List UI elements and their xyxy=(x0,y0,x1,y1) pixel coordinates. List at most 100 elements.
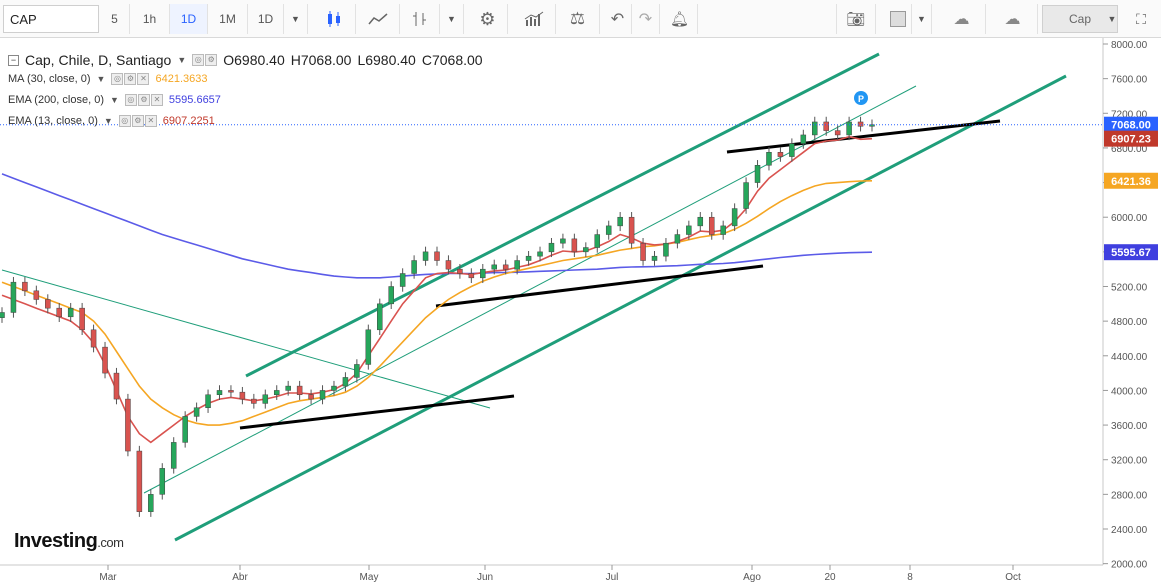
indicators-icon xyxy=(367,13,387,25)
compare-button[interactable]: ⚖ xyxy=(556,4,600,34)
interval-1d[interactable]: 1D xyxy=(170,4,208,34)
legend-high: H7068.00 xyxy=(290,52,352,68)
gear-icon[interactable]: ⚙ xyxy=(205,54,218,66)
fullscreen-button[interactable]: ⛶ xyxy=(1126,4,1156,34)
candle-body xyxy=(125,398,131,452)
interval-1h[interactable]: 1h xyxy=(130,4,170,34)
cloud-download-icon: ☁ xyxy=(953,11,970,28)
collapse-icon[interactable]: − xyxy=(8,54,19,66)
gear-icon[interactable]: ⚙ xyxy=(137,94,150,106)
ma30-controls[interactable]: ◎ ⚙ ✕ xyxy=(111,73,150,85)
candle-body xyxy=(674,234,681,244)
legend-title: Cap, Chile, D, Santiago xyxy=(25,52,172,68)
interval-1d-custom[interactable]: 1D xyxy=(248,4,284,34)
candle-body xyxy=(90,329,97,348)
legend-ema200: EMA (200, close, 0) ▼ ◎ ⚙ ✕ 5595.6657 xyxy=(8,94,221,106)
study-button[interactable] xyxy=(512,4,556,34)
price-label-text: 5595.67 xyxy=(1111,247,1151,259)
candle-body xyxy=(205,394,211,409)
interval-1m[interactable]: 1M xyxy=(208,4,248,34)
ema200-controls[interactable]: ◎ ⚙ ✕ xyxy=(124,94,163,106)
candle-body xyxy=(0,312,5,318)
undo-button[interactable]: ↶ xyxy=(604,4,632,34)
candle-body xyxy=(628,216,635,244)
candle-body xyxy=(67,307,74,318)
ema13-controls[interactable]: ◎ ⚙ ✕ xyxy=(118,115,157,127)
logo-brand: Investing xyxy=(14,530,98,552)
candle-body xyxy=(331,385,337,391)
legend-controls[interactable]: ◎ ⚙ xyxy=(192,54,218,66)
color-button[interactable] xyxy=(884,4,912,34)
interval-dropdown[interactable]: ▼ xyxy=(284,4,308,34)
price-label-text: 6907.23 xyxy=(1111,134,1151,146)
candle-body xyxy=(388,286,394,305)
chevron-down-icon: ▼ xyxy=(291,14,300,24)
bar-type-dropdown[interactable]: ▼ xyxy=(440,4,464,34)
screenshot-button[interactable]: 📷︎ xyxy=(836,4,876,34)
chevron-down-icon[interactable]: ▼ xyxy=(177,55,186,65)
candle-body xyxy=(617,216,623,227)
interval-5[interactable]: 5 xyxy=(100,4,130,34)
candle-body xyxy=(743,182,749,209)
color-dropdown[interactable]: ▼ xyxy=(912,4,932,34)
compare-icon: ⚖ xyxy=(569,9,586,28)
chevron-down-icon[interactable]: ▼ xyxy=(110,95,119,105)
candle-body xyxy=(56,307,62,318)
gear-icon[interactable]: ⚙ xyxy=(131,115,144,127)
candle-body xyxy=(216,390,223,396)
x-tick-label: Ago xyxy=(743,572,761,583)
y-tick-label: 4400.00 xyxy=(1111,352,1148,363)
close-icon[interactable]: ✕ xyxy=(150,94,163,106)
chevron-down-icon[interactable]: ▼ xyxy=(104,116,113,126)
candle-body xyxy=(571,238,578,253)
candle-body xyxy=(193,407,200,417)
legend-open: O6980.40 xyxy=(223,52,285,68)
settings-button[interactable]: ⚙ xyxy=(468,4,508,34)
ma30-line xyxy=(1,180,873,426)
candle-body xyxy=(491,264,497,270)
price-label-text: 6421.36 xyxy=(1111,176,1151,188)
candle-body xyxy=(79,307,85,331)
legend-close: C7068.00 xyxy=(421,52,483,68)
ema200-value: 5595.6657 xyxy=(168,94,221,106)
alert-button[interactable]: 🔔︎ xyxy=(662,4,698,34)
candle-body xyxy=(480,268,486,279)
candle-body xyxy=(834,130,841,136)
legend-ma30: MA (30, close, 0) ▼ ◎ ⚙ ✕ 6421.3633 xyxy=(8,73,207,85)
load-layout-button[interactable]: ☁ xyxy=(938,4,986,34)
candle-body xyxy=(468,273,475,279)
gear-icon[interactable]: ⚙ xyxy=(124,73,137,85)
candle-body xyxy=(594,234,601,248)
legend-main: − Cap, Chile, D, Santiago ▼ ◎ ⚙ O6980.40 … xyxy=(8,52,483,68)
bar-type-button[interactable] xyxy=(400,4,440,34)
redo-button[interactable]: ↷ xyxy=(632,4,660,34)
symbol-input[interactable]: CAP xyxy=(3,5,99,33)
candle-body xyxy=(548,242,555,253)
eye-icon[interactable]: ◎ xyxy=(192,54,205,66)
candles-button[interactable] xyxy=(312,4,356,34)
candle-body xyxy=(800,134,807,144)
close-icon[interactable]: ✕ xyxy=(137,73,150,85)
candle-body xyxy=(457,268,463,274)
save-layout-button[interactable]: ☁ xyxy=(988,4,1038,34)
candle-body xyxy=(170,442,177,469)
eye-icon[interactable]: ◎ xyxy=(118,115,131,127)
price-labels: 7068.00 6907.23 6421.36 5595.67 xyxy=(1104,116,1158,261)
indicators-button[interactable] xyxy=(356,4,400,34)
candle-body xyxy=(434,251,440,261)
settings-icon: ⚙ xyxy=(479,8,496,29)
close-icon[interactable]: ✕ xyxy=(144,115,157,127)
cloud-upload-icon: ☁ xyxy=(1004,11,1021,28)
x-axis: Mar Abr May Jun Jul Ago 20 8 Oct xyxy=(0,564,1103,583)
chevron-down-icon[interactable]: ▼ xyxy=(97,74,106,84)
candle-body xyxy=(731,208,738,227)
candle-body xyxy=(285,385,291,391)
candle-body xyxy=(663,242,669,257)
y-tick-label: 8000.00 xyxy=(1111,40,1148,51)
candle-body xyxy=(777,152,784,157)
ema13-value: 6907.2251 xyxy=(162,115,215,127)
layout-dropdown[interactable]: ▼ xyxy=(1102,4,1122,34)
logo-suffix: .com xyxy=(97,535,124,550)
eye-icon[interactable]: ◎ xyxy=(124,94,137,106)
eye-icon[interactable]: ◎ xyxy=(111,73,124,85)
